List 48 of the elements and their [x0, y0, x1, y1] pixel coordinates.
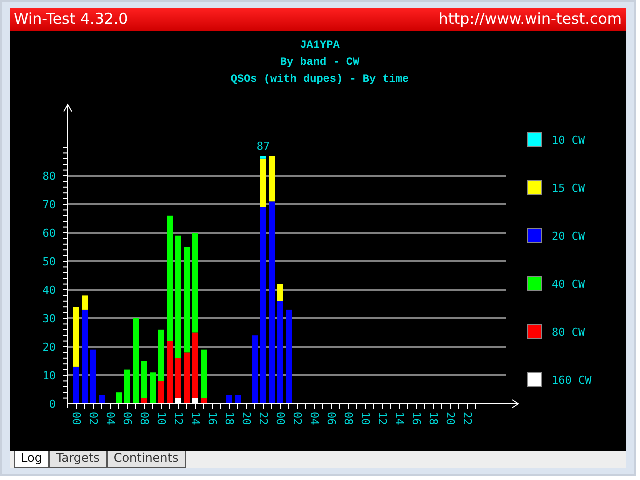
x-tick-label: 22: [257, 412, 270, 426]
peak-label: 87: [256, 140, 270, 153]
y-tick-label: 80: [42, 170, 56, 183]
y-tick-label: 20: [42, 340, 56, 354]
x-tick-label: 08: [342, 412, 355, 426]
chart-title: JA1YPA: [300, 40, 340, 52]
legend-label: 15 CW: [552, 182, 586, 195]
window-title: Win-Test 4.32.0: [14, 10, 128, 28]
x-tick-label: 02: [291, 412, 304, 426]
x-tick-label: 04: [308, 412, 321, 426]
tab[interactable]: Continents: [106, 450, 186, 468]
x-tick-label: 16: [206, 412, 219, 426]
y-tick-label: 60: [42, 226, 56, 240]
y-tick-label: 30: [42, 312, 56, 326]
x-tick-label: 00: [274, 412, 287, 426]
x-tick-label: 14: [189, 412, 202, 426]
y-tick-label: 70: [42, 198, 56, 212]
y-tick-label: 10: [42, 369, 56, 382]
x-tick-label: 22: [461, 412, 474, 426]
x-tick-label: 16: [410, 412, 423, 426]
x-tick-label: 10: [359, 412, 372, 426]
tab[interactable]: Targets: [49, 450, 107, 468]
legend-label: 20 CW: [552, 230, 586, 243]
chart-title: QSOs (with dupes) - By time: [230, 74, 410, 86]
x-tick-label: 12: [172, 412, 185, 426]
x-tick-label: 18: [223, 412, 236, 426]
x-tick-label: 20: [444, 412, 457, 426]
x-tick-label: 02: [87, 412, 100, 426]
y-tick-label: 50: [42, 255, 56, 268]
x-tick-label: 08: [138, 412, 151, 426]
x-tick-label: 00: [70, 412, 83, 426]
x-tick-label: 10: [155, 412, 168, 426]
x-tick-label: 18: [427, 412, 440, 426]
x-tick-label: 04: [104, 412, 117, 426]
y-tick-label: 40: [42, 284, 56, 297]
x-tick-label: 14: [393, 412, 406, 426]
legend-label: 10 CW: [552, 134, 586, 147]
chart-title: By band - CW: [280, 56, 360, 69]
website-url: http://www.win-test.com: [438, 10, 622, 28]
x-tick-label: 06: [325, 412, 338, 426]
legend-label: 80 CW: [552, 326, 586, 339]
x-tick-label: 20: [240, 412, 253, 426]
x-tick-label: 12: [376, 412, 389, 426]
legend-label: 40 CW: [552, 278, 586, 291]
legend-label: 160 CW: [552, 374, 592, 387]
x-tick-label: 06: [121, 412, 134, 426]
y-tick-label: 0: [49, 398, 56, 411]
tab[interactable]: Log: [14, 450, 50, 468]
